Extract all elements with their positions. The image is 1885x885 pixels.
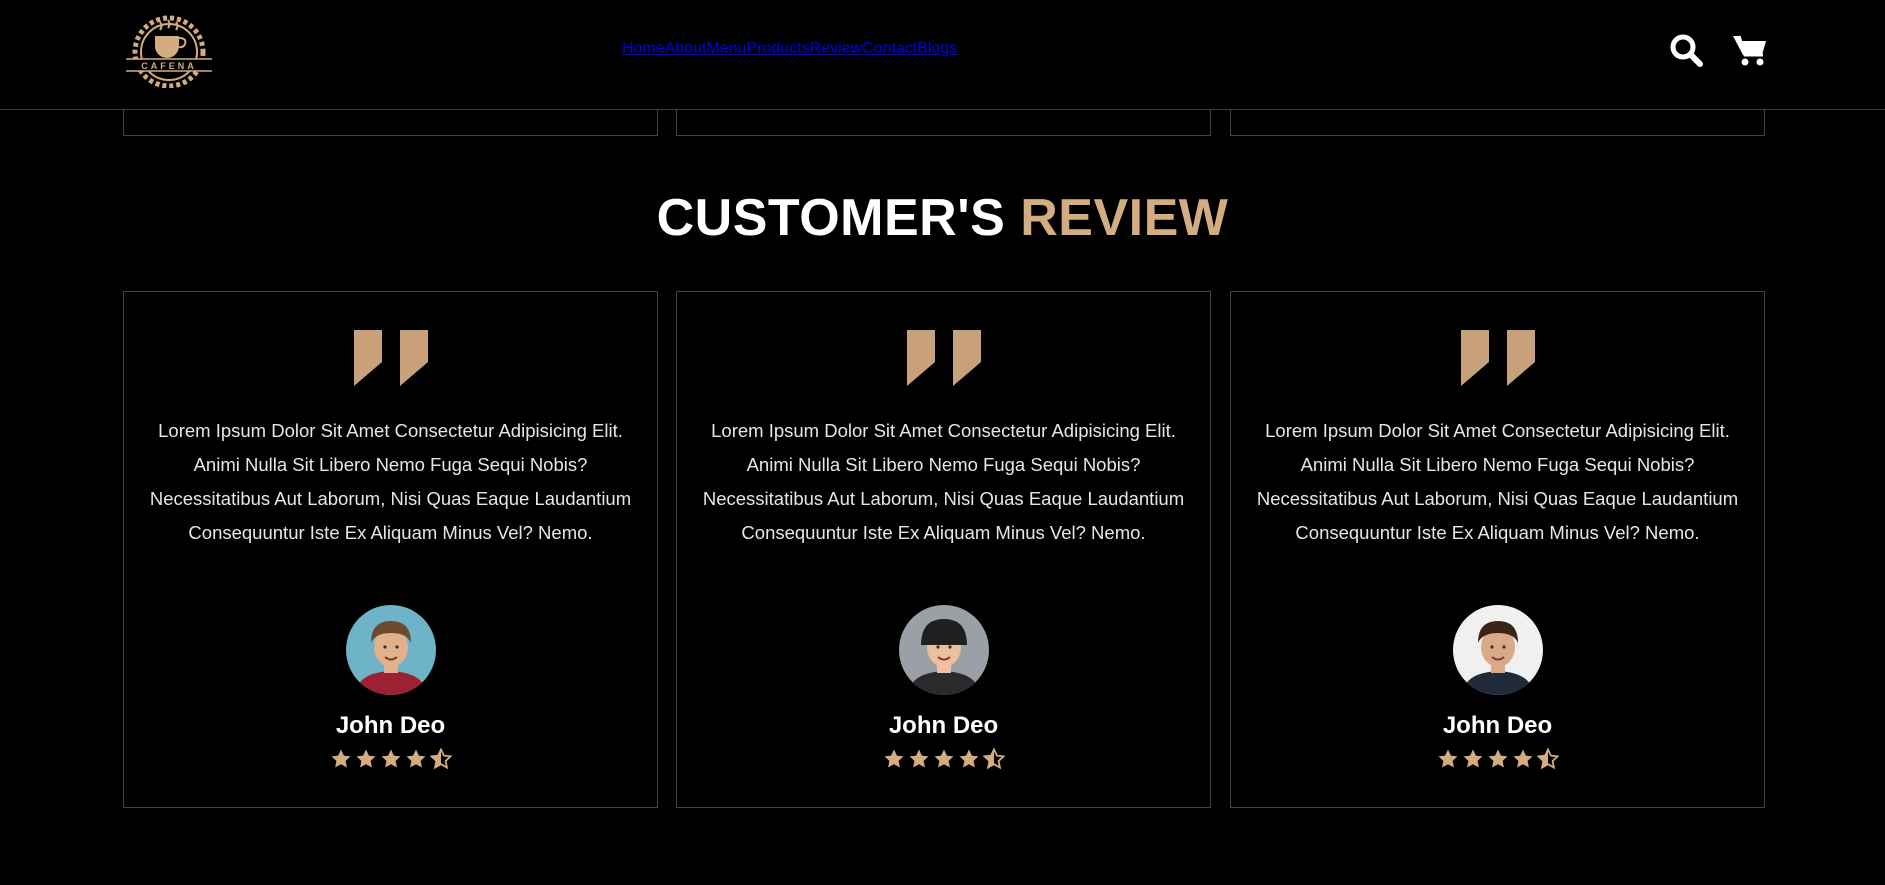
star-icon bbox=[958, 748, 980, 770]
star-icon bbox=[1487, 748, 1509, 770]
search-icon[interactable] bbox=[1668, 32, 1704, 68]
section-title-main: CUSTOMER'S bbox=[656, 189, 1006, 247]
star-half-icon bbox=[1535, 747, 1560, 770]
nav-contact[interactable]: Contact bbox=[862, 40, 917, 58]
star-icon bbox=[405, 748, 427, 770]
rating-stars bbox=[1231, 747, 1764, 770]
nav-review[interactable]: Review bbox=[810, 40, 862, 58]
reviewer-avatar bbox=[1452, 605, 1543, 695]
nav-home[interactable]: Home bbox=[622, 40, 665, 58]
star-icon bbox=[883, 748, 905, 770]
section-title: CUSTOMER'S REVIEW bbox=[0, 188, 1885, 248]
rating-stars bbox=[124, 747, 657, 770]
star-icon bbox=[1462, 748, 1484, 770]
reviewer-name: John Deo bbox=[335, 712, 446, 739]
star-icon bbox=[380, 748, 402, 770]
star-icon bbox=[933, 748, 955, 770]
star-icon bbox=[1512, 748, 1534, 770]
cart-icon[interactable] bbox=[1732, 32, 1768, 68]
cafena-logo[interactable]: CAFENA bbox=[122, 12, 216, 89]
review-text: Lorem Ipsum Dolor Sit Amet Consectetur A… bbox=[149, 420, 632, 543]
reviewer-name: John Deo bbox=[888, 712, 999, 739]
review-text: Lorem Ipsum Dolor Sit Amet Consectetur A… bbox=[702, 420, 1185, 543]
review-text: Lorem Ipsum Dolor Sit Amet Consectetur A… bbox=[1256, 420, 1739, 543]
logo-text: CAFENA bbox=[141, 61, 197, 71]
star-half-icon bbox=[981, 747, 1006, 770]
nav-about[interactable]: About bbox=[665, 40, 707, 58]
star-icon bbox=[355, 748, 377, 770]
nav-blogs[interactable]: Blogs bbox=[917, 40, 957, 58]
star-icon bbox=[1437, 748, 1459, 770]
reviewer-avatar bbox=[898, 605, 989, 695]
star-icon bbox=[908, 748, 930, 770]
rating-stars bbox=[677, 747, 1210, 770]
main-nav: Home About Menu Products Review Contact … bbox=[622, 40, 957, 58]
site-header: CAFENA Home About Menu Products Review C… bbox=[0, 0, 1885, 110]
section-title-accent: REVIEW bbox=[1020, 189, 1229, 247]
star-half-icon bbox=[428, 747, 453, 770]
quote-icon bbox=[906, 330, 981, 386]
review-card: Lorem Ipsum Dolor Sit Amet Consectetur A… bbox=[1230, 291, 1765, 808]
review-card: Lorem Ipsum Dolor Sit Amet Consectetur A… bbox=[123, 291, 658, 808]
nav-products[interactable]: Products bbox=[747, 40, 810, 58]
review-card: Lorem Ipsum Dolor Sit Amet Consectetur A… bbox=[676, 291, 1211, 808]
header-actions bbox=[1668, 32, 1768, 68]
reviewer-name: John Deo bbox=[1442, 712, 1553, 739]
quote-icon bbox=[353, 330, 428, 386]
nav-menu[interactable]: Menu bbox=[707, 40, 747, 58]
quote-icon bbox=[1460, 330, 1535, 386]
reviewer-avatar bbox=[345, 605, 436, 695]
star-icon bbox=[330, 748, 352, 770]
